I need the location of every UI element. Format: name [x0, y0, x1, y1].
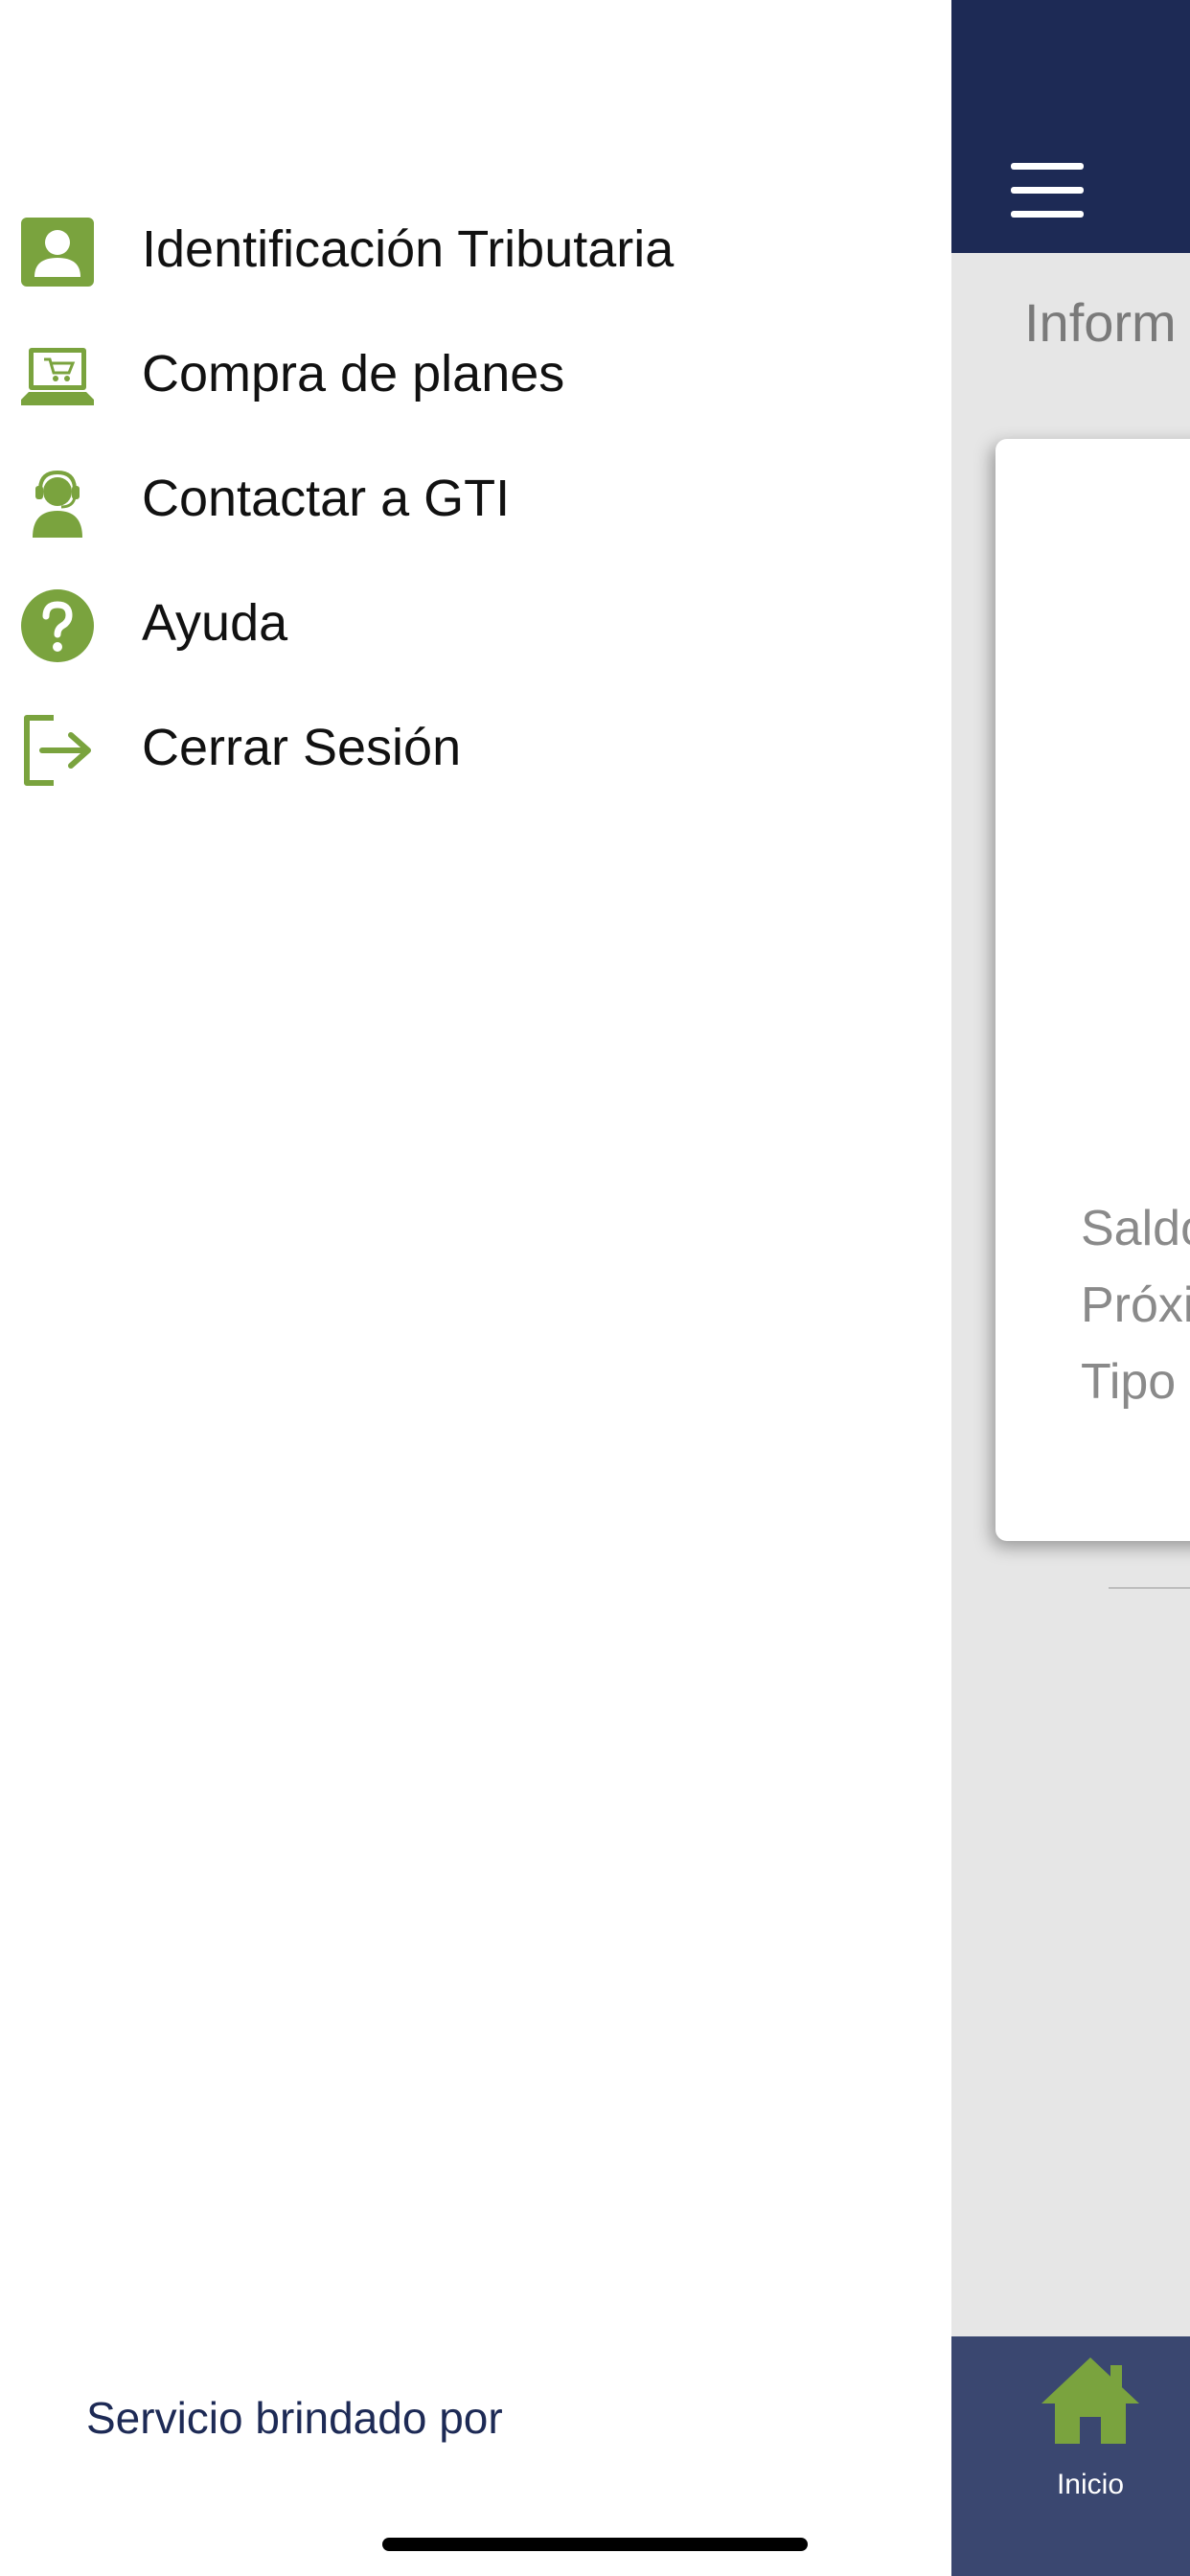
bottom-nav: Inicio: [951, 2336, 1190, 2576]
support-agent-icon: [33, 470, 82, 538]
section-title: Inform: [1024, 292, 1177, 353]
menu-label: Identificación Tributaria: [142, 220, 675, 278]
card-line-saldo: Saldo: [1081, 1201, 1190, 1256]
menu-label: Contactar a GTI: [142, 470, 511, 527]
help-icon: [21, 589, 94, 662]
menu-item-cerrar-sesion[interactable]: Cerrar Sesión: [0, 685, 951, 810]
navigation-drawer: Identificación Tributaria Compra de plan…: [0, 0, 951, 2576]
app-header: [951, 0, 1190, 253]
logout-icon: [24, 715, 91, 786]
menu-item-identificacion-tributaria[interactable]: Identificación Tributaria: [0, 187, 951, 311]
drawer-footer-text: Servicio brindado por: [86, 2393, 503, 2443]
hamburger-menu-icon[interactable]: [1011, 163, 1084, 218]
nav-home-label: Inicio: [1056, 2469, 1125, 2500]
menu-label: Ayuda: [142, 594, 288, 652]
user-id-icon: [21, 218, 94, 287]
menu-item-compra-de-planes[interactable]: Compra de planes: [0, 311, 951, 436]
app-screen: Inform Saldo Próxi Tipo Inicio: [951, 0, 1190, 2576]
drawer-menu: Identificación Tributaria Compra de plan…: [0, 187, 951, 810]
nav-home-button[interactable]: Inicio: [1038, 2352, 1143, 2500]
menu-label: Compra de planes: [142, 345, 565, 402]
home-indicator: [382, 2538, 808, 2551]
card-line-tipo: Tipo: [1081, 1354, 1177, 1410]
laptop-cart-icon: [21, 348, 94, 405]
card-divider: [1109, 1587, 1190, 1589]
menu-label: Cerrar Sesión: [142, 719, 462, 776]
card-line-proximo: Próxi: [1081, 1277, 1190, 1333]
menu-item-contactar-gti[interactable]: Contactar a GTI: [0, 436, 951, 561]
menu-item-ayuda[interactable]: Ayuda: [0, 561, 951, 685]
home-icon: [1041, 2358, 1139, 2444]
